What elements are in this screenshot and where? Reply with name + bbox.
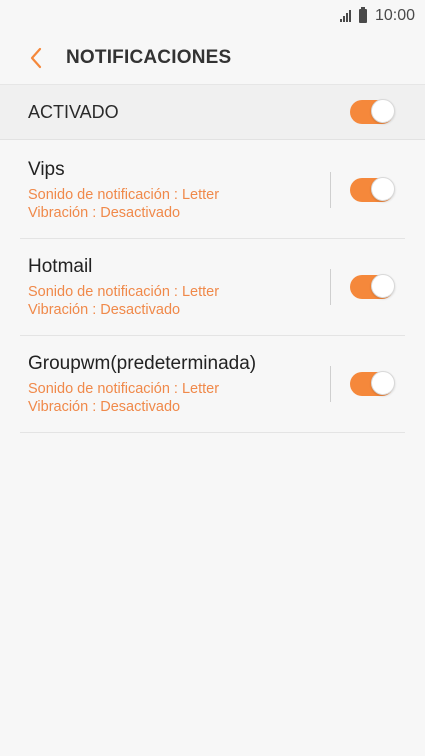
account-vibration-setting: Vibración : Desactivado (28, 301, 181, 318)
account-info-hotmail[interactable]: Hotmail Sonido de notificación : Letter … (20, 256, 330, 319)
signal-icon (339, 10, 351, 22)
account-vibration-setting: Vibración : Desactivado (28, 204, 181, 221)
account-toggle-hotmail[interactable] (350, 274, 395, 299)
chevron-left-icon (30, 47, 42, 69)
master-toggle-switch[interactable] (350, 99, 395, 124)
account-row-hotmail: Hotmail Sonido de notificación : Letter … (20, 239, 405, 336)
back-button[interactable] (16, 38, 56, 78)
account-row-groupwm: Groupwm(predeterminada) Sonido de notifi… (20, 336, 405, 433)
account-sound-setting: Sonido de notificación : Letter (28, 186, 220, 203)
account-list: Vips Sonido de notificación : Letter Vib… (20, 142, 405, 433)
master-toggle-row[interactable]: ACTIVADO (0, 84, 425, 140)
account-info-vips[interactable]: Vips Sonido de notificación : Letter Vib… (20, 159, 330, 222)
status-time: 10:00 (374, 7, 415, 24)
app-bar: NOTIFICACIONES (0, 32, 425, 84)
account-toggle-groupwm[interactable] (350, 371, 395, 396)
vertical-divider (330, 366, 331, 402)
toggle-knob (371, 274, 395, 298)
toggle-knob (371, 371, 395, 395)
account-sound-setting: Sonido de notificación : Letter (28, 283, 220, 300)
vertical-divider (330, 172, 331, 208)
account-name: Groupwm(predeterminada) (28, 352, 257, 374)
account-row-vips: Vips Sonido de notificación : Letter Vib… (20, 142, 405, 239)
toggle-knob (371, 99, 395, 123)
toggle-knob (371, 177, 395, 201)
account-name: Hotmail (28, 255, 93, 277)
account-sound-setting: Sonido de notificación : Letter (28, 380, 220, 397)
account-toggle-vips[interactable] (350, 177, 395, 202)
account-name: Vips (28, 158, 65, 180)
account-info-groupwm[interactable]: Groupwm(predeterminada) Sonido de notifi… (20, 353, 330, 416)
vertical-divider (330, 269, 331, 305)
battery-icon (358, 7, 367, 23)
master-toggle-label: ACTIVADO (28, 101, 119, 122)
account-vibration-setting: Vibración : Desactivado (28, 398, 181, 415)
page-title: NOTIFICACIONES (66, 47, 232, 68)
status-bar: 10:00 (0, 0, 425, 32)
